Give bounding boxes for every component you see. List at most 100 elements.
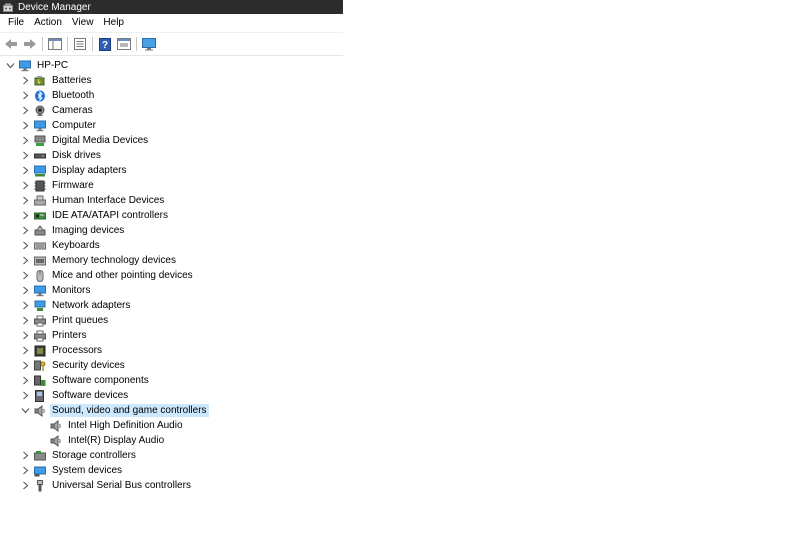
tree-item-label: Software components bbox=[52, 375, 149, 386]
tree-item-label: Intel High Definition Audio bbox=[68, 420, 183, 431]
tree-item-label: Bluetooth bbox=[52, 90, 95, 101]
tree-item-storage-controllers[interactable]: Storage controllers bbox=[0, 448, 138, 463]
tree-item-label: Digital Media Devices bbox=[52, 135, 149, 146]
tree-item-label: Display adapters bbox=[52, 165, 127, 176]
show-hide-tree-icon[interactable] bbox=[47, 37, 62, 52]
tree-item-display-adapters[interactable]: Display adapters bbox=[0, 163, 128, 178]
chevron-right-icon[interactable] bbox=[20, 196, 30, 206]
memory-icon bbox=[34, 255, 46, 267]
tree-item-label: Universal Serial Bus controllers bbox=[52, 480, 191, 491]
toolbar: ? bbox=[0, 33, 343, 56]
chevron-right-icon[interactable] bbox=[20, 346, 30, 356]
tree-root-hp-pc[interactable]: HP-PC bbox=[0, 58, 70, 73]
chevron-right-icon[interactable] bbox=[20, 181, 30, 191]
chevron-right-icon[interactable] bbox=[20, 121, 30, 131]
speaker-icon bbox=[34, 404, 46, 417]
tree-item-label: Keyboards bbox=[52, 240, 100, 251]
chevron-right-icon[interactable] bbox=[20, 166, 30, 176]
tree-item-software-components[interactable]: Software components bbox=[0, 373, 151, 388]
device-manager-app-icon bbox=[3, 3, 13, 12]
firmware-icon bbox=[34, 180, 46, 192]
tree-item-computer[interactable]: Computer bbox=[0, 118, 98, 133]
monitor-icon bbox=[34, 285, 46, 297]
tree-item-sound-video-and-game-controllers[interactable]: Sound, video and game controllers bbox=[0, 403, 209, 418]
tree-item-batteries[interactable]: Batteries bbox=[0, 73, 93, 88]
chevron-right-icon[interactable] bbox=[20, 241, 30, 251]
toolbar-separator bbox=[136, 37, 137, 51]
tree-item-keyboards[interactable]: Keyboards bbox=[0, 238, 102, 253]
tree-item-universal-serial-bus-controllers[interactable]: Universal Serial Bus controllers bbox=[0, 478, 193, 493]
forward-arrow-icon[interactable] bbox=[22, 37, 37, 52]
monitor-icon[interactable] bbox=[141, 37, 156, 52]
tree-item-bluetooth[interactable]: Bluetooth bbox=[0, 88, 96, 103]
chevron-right-icon[interactable] bbox=[20, 271, 30, 281]
details-pane-icon[interactable] bbox=[116, 37, 131, 52]
tree-item-ide-ata-atapi-controllers[interactable]: IDE ATA/ATAPI controllers bbox=[0, 208, 170, 223]
title-bar[interactable]: Device Manager bbox=[0, 0, 343, 14]
menu-bar: File Action View Help bbox=[0, 14, 343, 33]
tree-item-print-queues[interactable]: Print queues bbox=[0, 313, 110, 328]
network-adapter-icon bbox=[34, 300, 46, 312]
tree-item-mice-and-other-pointing-devices[interactable]: Mice and other pointing devices bbox=[0, 268, 195, 283]
properties-icon[interactable] bbox=[72, 37, 87, 52]
chevron-right-icon[interactable] bbox=[20, 451, 30, 461]
chevron-right-icon[interactable] bbox=[20, 301, 30, 311]
tree-item-software-devices[interactable]: Software devices bbox=[0, 388, 130, 403]
tree-item-network-adapters[interactable]: Network adapters bbox=[0, 298, 132, 313]
tree-item-label: System devices bbox=[52, 465, 123, 476]
menu-help[interactable]: Help bbox=[98, 14, 129, 32]
chevron-right-icon[interactable] bbox=[20, 316, 30, 326]
chevron-right-icon[interactable] bbox=[20, 151, 30, 161]
chevron-right-icon[interactable] bbox=[20, 256, 30, 266]
chevron-right-icon[interactable] bbox=[20, 76, 30, 86]
chevron-right-icon[interactable] bbox=[20, 361, 30, 371]
device-manager-window: Device Manager File Action View Help ? H… bbox=[0, 0, 343, 545]
processor-icon bbox=[34, 345, 46, 357]
tree-child-intel-high-definition-audio[interactable]: Intel High Definition Audio bbox=[0, 418, 185, 433]
tree-item-imaging-devices[interactable]: Imaging devices bbox=[0, 223, 126, 238]
tree-item-disk-drives[interactable]: Disk drives bbox=[0, 148, 103, 163]
menu-view[interactable]: View bbox=[67, 14, 99, 32]
chevron-right-icon[interactable] bbox=[20, 211, 30, 221]
tree-child-intel-r-display-audio[interactable]: Intel(R) Display Audio bbox=[0, 433, 166, 448]
software-component-icon bbox=[34, 375, 46, 387]
mouse-icon bbox=[34, 269, 46, 282]
keyboard-icon bbox=[34, 240, 46, 252]
tree-item-label: Printers bbox=[52, 330, 87, 341]
chevron-right-icon[interactable] bbox=[20, 286, 30, 296]
tree-item-label: Memory technology devices bbox=[52, 255, 176, 266]
svg-text:?: ? bbox=[101, 40, 107, 51]
tree-item-label: Mice and other pointing devices bbox=[52, 270, 193, 281]
help-icon[interactable]: ? bbox=[97, 37, 112, 52]
chevron-right-icon[interactable] bbox=[20, 106, 30, 116]
chevron-right-icon[interactable] bbox=[20, 136, 30, 146]
tree-item-system-devices[interactable]: System devices bbox=[0, 463, 124, 478]
chevron-right-icon[interactable] bbox=[20, 481, 30, 491]
tree-item-label: Human Interface Devices bbox=[52, 195, 165, 206]
chevron-right-icon[interactable] bbox=[20, 376, 30, 386]
tree-item-firmware[interactable]: Firmware bbox=[0, 178, 96, 193]
tree-item-processors[interactable]: Processors bbox=[0, 343, 104, 358]
chevron-right-icon[interactable] bbox=[20, 226, 30, 236]
tree-item-cameras[interactable]: Cameras bbox=[0, 103, 95, 118]
chevron-down-icon[interactable] bbox=[5, 61, 15, 71]
bluetooth-icon bbox=[34, 90, 46, 102]
tree-item-label: Security devices bbox=[52, 360, 125, 371]
menu-action[interactable]: Action bbox=[29, 14, 67, 32]
tree-item-digital-media-devices[interactable]: Digital Media Devices bbox=[0, 133, 150, 148]
tree-item-memory-technology-devices[interactable]: Memory technology devices bbox=[0, 253, 178, 268]
tree-item-label: HP-PC bbox=[37, 60, 69, 71]
back-arrow-icon[interactable] bbox=[3, 37, 18, 52]
system-device-icon bbox=[34, 465, 46, 477]
chevron-right-icon[interactable] bbox=[20, 466, 30, 476]
menu-file[interactable]: File bbox=[3, 14, 29, 32]
chevron-down-icon[interactable] bbox=[20, 406, 30, 416]
tree-item-security-devices[interactable]: Security devices bbox=[0, 358, 127, 373]
tree-item-label: Processors bbox=[52, 345, 103, 356]
chevron-right-icon[interactable] bbox=[20, 91, 30, 101]
tree-item-human-interface-devices[interactable]: Human Interface Devices bbox=[0, 193, 166, 208]
chevron-right-icon[interactable] bbox=[20, 391, 30, 401]
tree-item-monitors[interactable]: Monitors bbox=[0, 283, 92, 298]
tree-item-printers[interactable]: Printers bbox=[0, 328, 88, 343]
chevron-right-icon[interactable] bbox=[20, 331, 30, 341]
